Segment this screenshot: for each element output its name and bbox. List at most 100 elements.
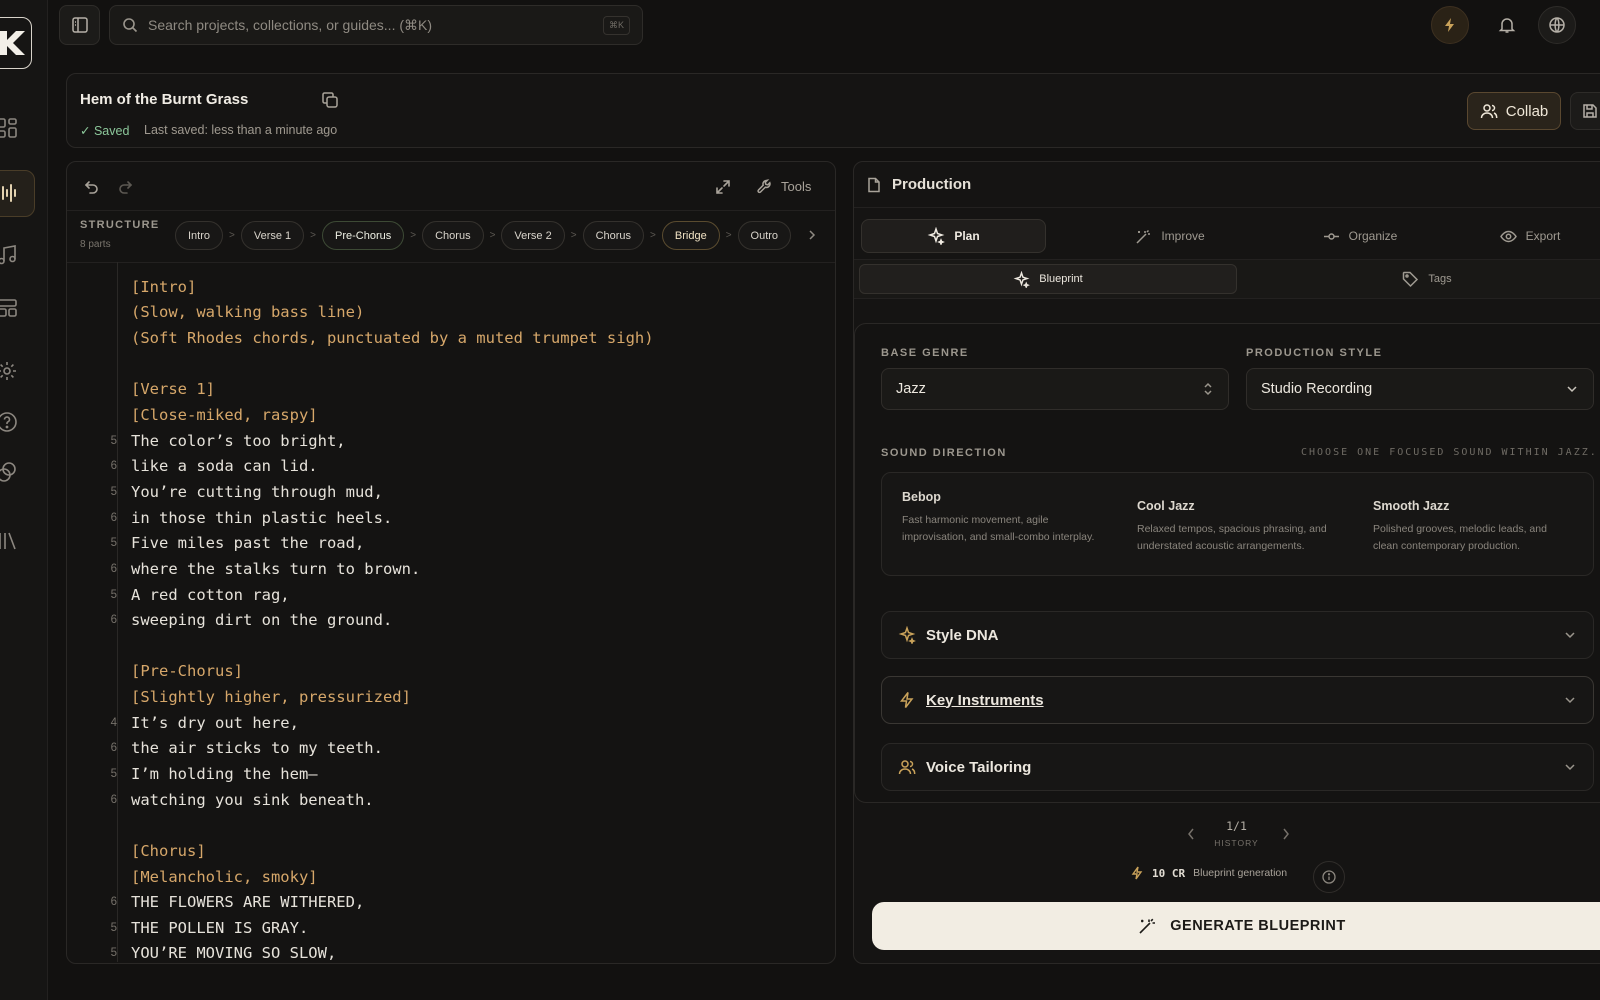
syllable-count: 5 [110,947,117,960]
sound-option-desc: Relaxed tempos, spacious phrasing, and u… [1137,523,1327,552]
search-bar[interactable]: ⌘K [109,5,643,45]
lyric-line[interactable]: 5 A red cotton rag, [95,582,654,608]
lyric-line[interactable]: 6 sweeping dirt on the ground. [95,607,654,633]
chip-separator: > [310,230,317,241]
sound-option-cool-jazz[interactable]: Cool Jazz Relaxed tempos, spacious phras… [1137,499,1357,555]
accordion-style-dna[interactable]: Style DNA [881,611,1594,659]
structure-chip[interactable]: Pre-Chorus [322,221,405,250]
lyric-line[interactable]: [Chorus] [95,838,654,864]
lyric-line[interactable]: [Intro] [95,274,654,300]
production-style-select[interactable]: Studio Recording [1246,368,1594,410]
lyric-line[interactable]: 6 like a soda can lid. [95,453,654,479]
lyric-line[interactable]: (Slow, walking bass line) [95,300,654,326]
expand-icon[interactable] [714,178,732,196]
sound-option-bebop[interactable]: Bebop Fast harmonic movement, agile impr… [902,490,1102,546]
notifications-button[interactable] [1488,6,1526,44]
palette-icon[interactable] [0,461,18,483]
help-icon[interactable] [0,411,18,433]
tab-improve[interactable]: Improve [1090,219,1250,253]
lyric-line[interactable]: 5 I’m holding the hem— [95,761,654,787]
subtab-tags-label: Tags [1428,273,1452,285]
lyric-line[interactable]: 4 It’s dry out here, [95,710,654,736]
structure-chip[interactable]: Intro [175,221,224,250]
info-button[interactable] [1313,861,1345,893]
sound-option-smooth-jazz[interactable]: Smooth Jazz Polished grooves, melodic le… [1373,499,1573,555]
lyric-line[interactable]: 6 watching you sink beneath. [95,787,654,813]
sound-option-name: Cool Jazz [1137,499,1195,513]
history-label: HISTORY [1214,838,1259,848]
accordion-voice-tailoring[interactable]: Voice Tailoring [881,743,1594,791]
chevron-right-icon[interactable] [807,229,817,241]
language-button[interactable] [1538,6,1576,44]
lyric-line[interactable]: (Soft Rhodes chords, punctuated by a mut… [95,325,654,351]
lyric-tag: [Close-miked, raspy] [131,406,318,425]
lyric-line[interactable]: [Pre-Chorus] [95,659,654,685]
tab-organize[interactable]: Organize [1280,219,1440,253]
structure-chip[interactable]: Verse 1 [240,221,305,250]
lyric-tag: [Slightly higher, pressurized] [131,688,411,707]
tab-improve-label: Improve [1161,229,1205,243]
lyric-text: YOU’RE MOVING SO SLOW, [131,944,337,963]
base-genre-select[interactable]: Jazz [881,368,1229,410]
layout-icon[interactable] [0,297,18,319]
lyric-line[interactable]: 6 THE FLOWERS ARE WITHERED, [95,889,654,915]
chip-separator: > [570,230,577,241]
lyric-line[interactable]: 6 in those thin plastic heels. [95,505,654,531]
lyric-line[interactable]: 5 YOU’RE MOVING SO SLOW, [95,941,654,967]
subtab-blueprint[interactable]: Blueprint [859,264,1237,294]
lyric-line[interactable] [95,351,654,377]
accordion-key-instruments[interactable]: Key Instruments [881,676,1594,724]
song-title[interactable]: Hem of the Burnt Grass [80,91,248,108]
structure-chip[interactable]: Chorus [422,221,484,250]
lyric-text: THE POLLEN IS GRAY. [131,918,309,937]
settings-icon[interactable] [0,360,18,382]
redo-icon[interactable] [117,178,135,196]
tab-plan[interactable]: Plan [861,219,1046,253]
lyric-line[interactable]: [Close-miked, raspy] [95,402,654,428]
dashboard-icon[interactable] [0,117,18,139]
lyric-tag: [Verse 1] [131,380,215,399]
save-button[interactable] [1570,92,1600,130]
lyric-line[interactable] [95,812,654,838]
sidebar-toggle-button[interactable] [59,5,100,45]
subtab-tags[interactable]: Tags [1237,264,1600,294]
structure-chip[interactable]: Chorus [582,221,645,250]
structure-chip[interactable]: Outro [737,221,792,250]
search-input[interactable] [148,17,593,33]
syllable-count: 5 [110,434,117,447]
tools-button[interactable]: Tools [756,178,811,195]
lyric-line[interactable]: 5 Five miles past the road, [95,530,654,556]
editor-divider [67,210,835,211]
lyric-tag: [Chorus] [131,841,206,860]
lyric-line[interactable]: 6 the air sticks to my teeth. [95,736,654,762]
waveform-icon[interactable] [0,182,18,204]
undo-icon[interactable] [82,178,100,196]
collab-button[interactable]: Collab [1467,92,1561,130]
lyric-line[interactable]: 5 THE POLLEN IS GRAY. [95,915,654,941]
generate-blueprint-button[interactable]: GENERATE BLUEPRINT [872,902,1600,950]
lyric-line[interactable]: [Slightly higher, pressurized] [95,684,654,710]
tab-export[interactable]: Export [1470,219,1590,253]
lyrics-text-area[interactable]: [Intro] (Slow, walking bass line) (Soft Rh… [95,274,654,966]
bell-icon [1498,18,1516,33]
structure-chip[interactable]: Verse 2 [501,221,565,250]
bolt-icon [1131,866,1143,880]
eye-icon [1499,230,1517,242]
lyric-line[interactable] [95,633,654,659]
lyric-line[interactable]: 5 You’re cutting through mud, [95,479,654,505]
structure-chip[interactable]: Bridge [661,221,720,250]
app-logo[interactable] [0,17,32,69]
history-next-icon[interactable] [1281,827,1291,841]
lyric-line[interactable]: [Melancholic, smoky] [95,864,654,890]
library-icon[interactable] [0,530,18,552]
lyric-line[interactable]: [Verse 1] [95,377,654,403]
sparkles-icon [898,626,916,644]
music-note-icon[interactable] [0,244,18,266]
history-prev-icon[interactable] [1186,827,1196,841]
copy-icon[interactable] [321,91,339,109]
lyric-line[interactable]: 5 The color’s too bright, [95,428,654,454]
credits-button[interactable] [1431,6,1469,44]
lyric-line[interactable]: 6 where the stalks turn to brown. [95,556,654,582]
lyric-text: The color’s too bright, [131,431,346,450]
sound-direction-label: SOUND DIRECTION [881,447,1007,459]
